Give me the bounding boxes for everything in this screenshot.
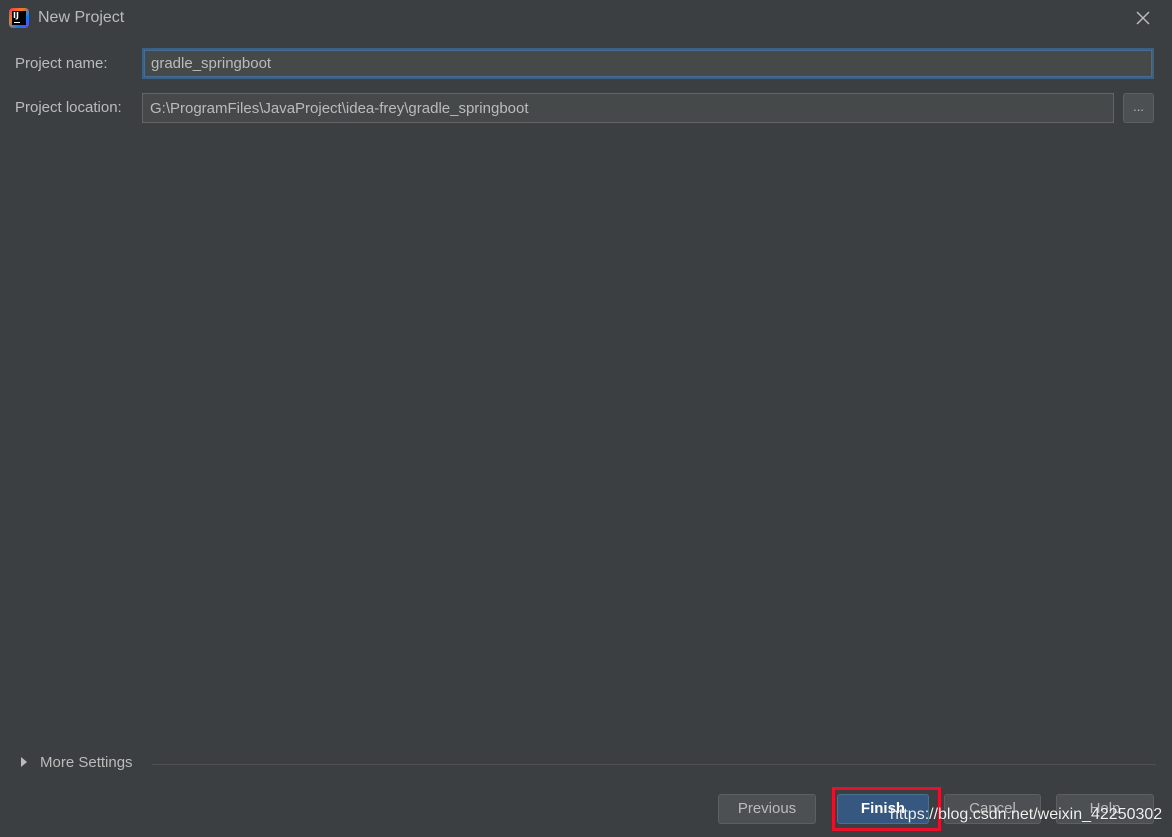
finish-button[interactable]: Finish [837, 794, 929, 824]
close-button[interactable] [1131, 6, 1155, 30]
cancel-button[interactable]: Cancel [944, 794, 1041, 824]
intellij-idea-icon: IJ [9, 8, 29, 28]
expand-triangle-icon [21, 757, 27, 767]
help-button[interactable]: Help [1056, 794, 1154, 824]
window-title: New Project [38, 9, 125, 26]
browse-location-button[interactable]: ... [1123, 93, 1154, 123]
project-location-label: Project location: [15, 99, 122, 116]
previous-button[interactable]: Previous [718, 794, 816, 824]
new-project-dialog: IJ New Project Project name: Project loc… [0, 0, 1172, 837]
project-location-input[interactable] [142, 93, 1114, 123]
project-name-input[interactable] [142, 48, 1154, 79]
title-bar: IJ New Project [0, 0, 1172, 36]
project-name-label: Project name: [15, 55, 108, 72]
more-settings-divider [152, 764, 1156, 765]
close-icon [1136, 11, 1150, 25]
more-settings-label: More Settings [40, 754, 133, 771]
